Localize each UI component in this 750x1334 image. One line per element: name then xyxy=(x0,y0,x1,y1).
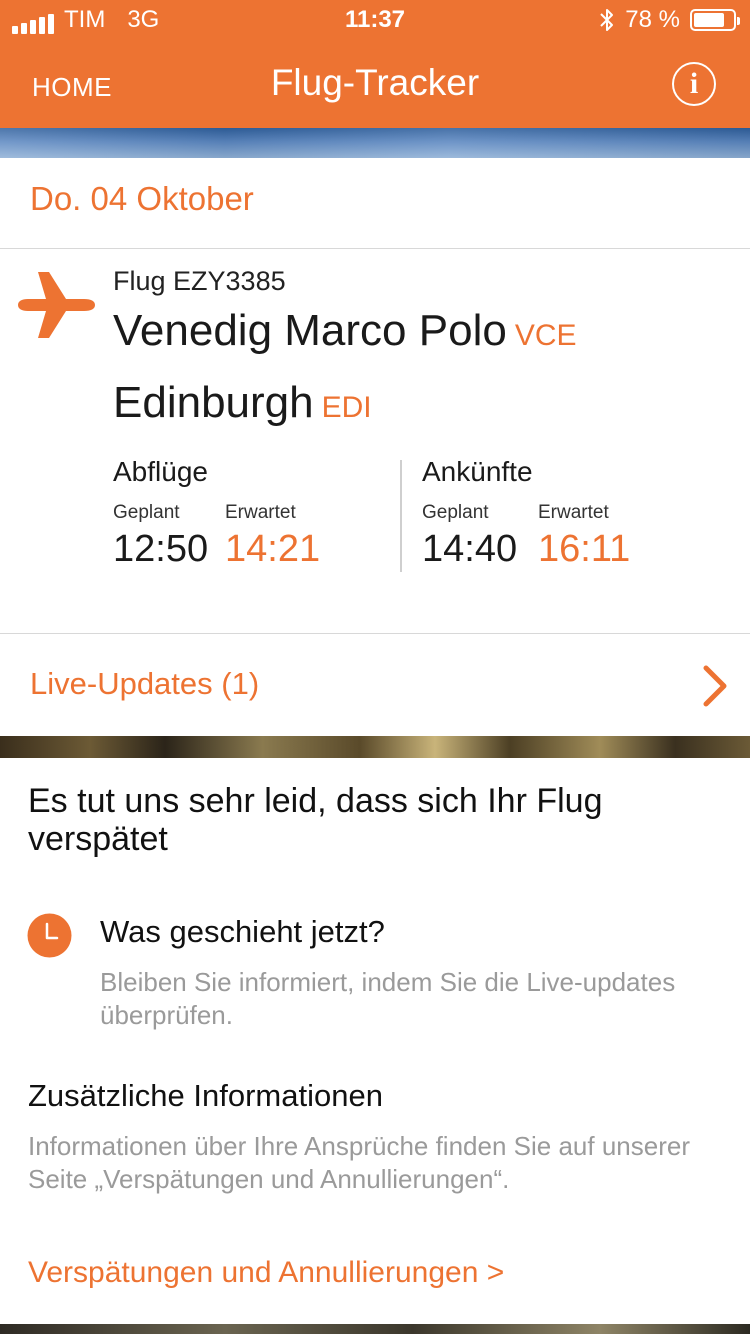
what-next-body: Bleiben Sie informiert, indem Sie die Li… xyxy=(100,967,676,1030)
times-divider xyxy=(400,460,402,572)
app-header: TIM 3G 11:37 78 % HOME Flug-Tracker i xyxy=(0,0,750,128)
battery-icon xyxy=(690,9,740,31)
departures-column: Abflüge Geplant Erwartet 12:50 14:21 xyxy=(113,456,320,570)
arrivals-heading: Ankünfte xyxy=(422,456,533,487)
chevron-right-icon[interactable] xyxy=(700,664,730,708)
live-updates-label: Live-Updates (1) xyxy=(30,666,260,701)
departures-planned-time: 12:50 xyxy=(113,528,209,570)
departures-expected-time: 14:21 xyxy=(225,528,321,570)
additional-info-body: Informationen über Ihre Ansprüche finden… xyxy=(28,1131,690,1194)
bluetooth-icon xyxy=(600,9,614,31)
airplane-icon xyxy=(18,272,95,338)
header-image-strip xyxy=(0,128,750,158)
arrivals-planned-label: Geplant xyxy=(422,502,489,523)
flight-date-row: Do. 04 Oktober xyxy=(0,158,750,249)
additional-info-title: Zusätzliche Informationen xyxy=(28,1078,383,1113)
delays-cancellations-link[interactable]: Verspätungen und Annullierungen > xyxy=(28,1256,504,1290)
destination-name: Edinburgh xyxy=(113,378,314,427)
info-icon[interactable]: i xyxy=(672,62,716,106)
flight-times: Abflüge Geplant Erwartet 12:50 14:21 Ank… xyxy=(113,456,733,576)
delay-headline: Es tut uns sehr leid, dass sich Ihr Flug… xyxy=(28,782,603,858)
page-title: Flug-Tracker xyxy=(270,62,480,103)
status-bar: TIM 3G 11:37 78 % xyxy=(0,0,750,40)
flight-date: Do. 04 Oktober xyxy=(30,180,254,217)
battery-percent: 78 % xyxy=(625,6,680,33)
departures-expected-label: Erwartet xyxy=(225,502,296,523)
flight-tracker-screen: TIM 3G 11:37 78 % HOME Flug-Tracker i Do… xyxy=(0,0,750,1334)
arrivals-expected-time: 16:11 xyxy=(538,528,631,570)
live-updates-row[interactable]: Live-Updates (1) xyxy=(0,634,750,736)
footer-image-strip xyxy=(0,1324,750,1334)
departures-planned-label: Geplant xyxy=(113,502,180,523)
delay-info-section: Es tut uns sehr leid, dass sich Ihr Flug… xyxy=(0,758,750,1324)
arrivals-column: Ankünfte Geplant Erwartet 14:40 16:11 xyxy=(422,456,630,570)
flight-card: Flug EZY3385 Venedig Marco Polo VCE Edinb… xyxy=(0,250,750,634)
section-image-strip xyxy=(0,736,750,758)
destination-code: EDI xyxy=(321,391,372,424)
destination-airport: Edinburgh EDI xyxy=(113,378,372,428)
status-right: 78 % xyxy=(599,6,740,34)
departures-heading: Abflüge xyxy=(113,456,208,487)
flight-number: Flug EZY3385 xyxy=(113,266,286,296)
what-next-title: Was geschieht jetzt? xyxy=(100,914,385,949)
origin-code: VCE xyxy=(514,319,577,352)
origin-airport: Venedig Marco Polo VCE xyxy=(113,306,577,356)
origin-name: Venedig Marco Polo xyxy=(113,306,507,355)
arrivals-expected-label: Erwartet xyxy=(538,502,609,523)
arrivals-planned-time: 14:40 xyxy=(422,528,518,570)
clock-icon xyxy=(27,913,72,958)
